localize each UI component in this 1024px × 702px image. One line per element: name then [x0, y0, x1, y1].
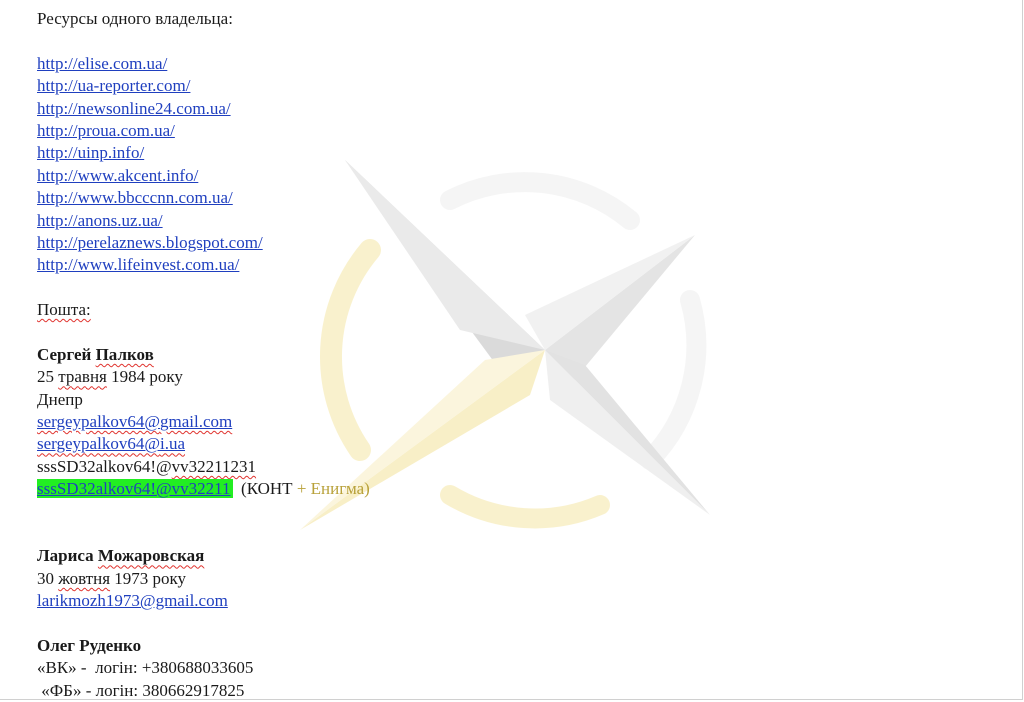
person1-password: sssSD32alkov64!@vv32211231 — [37, 456, 257, 476]
person1-email-1[interactable]: sergeypalkov64@gmail.com — [37, 412, 232, 431]
person2-birth-year: 1973 року — [114, 568, 187, 588]
person1-birth-year: 1984 року — [111, 367, 183, 387]
person2-last-name: Можаровская — [97, 546, 205, 566]
person1-first-name: Сергей — [37, 344, 92, 364]
resource-link[interactable]: http://anons.uz.ua/ — [37, 211, 163, 230]
highlighted-password: sssSD32alkov64!@vv32211 — [37, 479, 233, 499]
person1-city: Днепр — [37, 389, 83, 409]
person-block-1: Сергей Палков 25 травня 1984 року Днепр … — [37, 344, 1004, 501]
mail-section-label: Пошта: — [37, 300, 91, 320]
resource-link[interactable]: http://perelaznews.blogspot.com/ — [37, 233, 263, 252]
person2-birth-day: 30 — [37, 568, 54, 588]
person1-birth-month: травня — [58, 367, 107, 387]
person1-last-name: Палков — [95, 344, 154, 364]
person3-vk-login: «ВК» - логін: +380688033605 — [37, 658, 254, 678]
person2-first-name: Лариса — [37, 546, 94, 566]
resource-links-list: http://elise.com.ua/ http://ua-reporter.… — [37, 53, 1004, 277]
resource-link[interactable]: http://newsonline24.com.ua/ — [37, 99, 231, 118]
resource-link[interactable]: http://proua.com.ua/ — [37, 121, 175, 140]
person3-fb-login: «ФБ» - логін: 380662917825 — [37, 680, 245, 700]
section-heading: Ресурсы одного владельца: — [37, 9, 233, 28]
resource-link[interactable]: http://www.lifeinvest.com.ua/ — [37, 255, 239, 274]
person3-name: Олег Руденко — [37, 635, 142, 655]
resource-link[interactable]: http://uinp.info/ — [37, 143, 144, 162]
person1-email-2[interactable]: sergeypalkov64@i.ua — [37, 434, 185, 453]
resource-link[interactable]: http://www.bbcccnn.com.ua/ — [37, 188, 233, 207]
document-body: Ресурсы одного владельца: http://elise.c… — [37, 8, 1004, 702]
resource-link[interactable]: http://www.akcent.info/ — [37, 166, 198, 185]
resource-link[interactable]: http://elise.com.ua/ — [37, 54, 167, 73]
person1-note: (КОНТ + Енигма) — [241, 479, 370, 499]
person-block-3: Олег Руденко «ВК» - логін: +380688033605… — [37, 635, 1004, 702]
resource-link[interactable]: http://ua-reporter.com/ — [37, 76, 190, 95]
person2-email[interactable]: larikmozh1973@gmail.com — [37, 591, 228, 610]
person-block-2: Лариса Можаровская 30 жовтня 1973 року l… — [37, 545, 1004, 612]
person1-birth-day: 25 — [37, 367, 54, 387]
person2-birth-month: жовтня — [58, 568, 111, 588]
